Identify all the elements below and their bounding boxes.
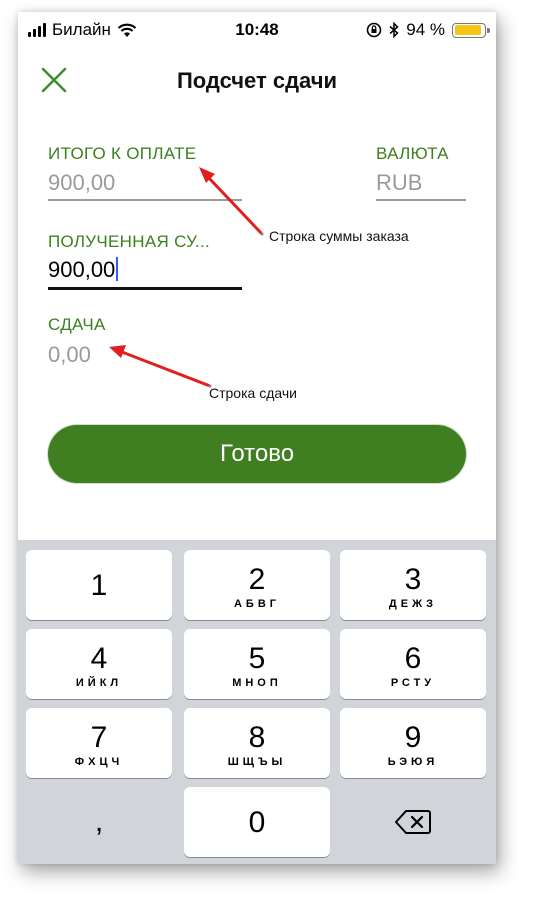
currency-label: ВАЛЮТА xyxy=(376,144,449,163)
received-underline xyxy=(48,287,242,290)
key-8-digit: 8 xyxy=(248,721,266,754)
key-1-digit: 1 xyxy=(90,569,108,602)
key-3[interactable]: 3 ДЕЖЗ xyxy=(340,550,486,620)
key-comma-label: , xyxy=(94,805,104,838)
key-5-digit: 5 xyxy=(248,642,266,675)
backspace-icon xyxy=(395,810,431,834)
received-value: 900,00 xyxy=(48,257,116,282)
key-5-letters: МНОП xyxy=(232,677,282,689)
key-7-letters: ФХЦЧ xyxy=(74,756,124,768)
key-1[interactable]: 1 xyxy=(26,550,172,620)
key-9[interactable]: 9 ЬЭЮЯ xyxy=(340,708,486,778)
key-8[interactable]: 8 ШЩЪЫ xyxy=(184,708,330,778)
key-4-digit: 4 xyxy=(90,642,108,675)
key-4-letters: ИЙКЛ xyxy=(75,677,123,689)
key-5[interactable]: 5 МНОП xyxy=(184,629,330,699)
key-2-letters: АБВГ xyxy=(233,598,281,610)
key-0-digit: 0 xyxy=(248,806,266,839)
key-comma[interactable]: , xyxy=(26,787,172,857)
text-cursor xyxy=(116,257,119,281)
battery-icon xyxy=(452,22,490,38)
annotation-order-sum: Строка суммы заказа xyxy=(269,228,409,244)
key-backspace[interactable] xyxy=(340,787,486,857)
page-title: Подсчет сдачи xyxy=(176,68,338,93)
key-2-digit: 2 xyxy=(248,563,266,596)
key-7-digit: 7 xyxy=(90,721,108,754)
key-9-digit: 9 xyxy=(404,721,422,754)
change-value: 0,00 xyxy=(48,342,91,367)
total-value: 900,00 xyxy=(48,170,116,195)
battery-percent: 94 % xyxy=(406,20,445,39)
key-6-letters: РСТУ xyxy=(390,677,436,689)
total-label: ИТОГО К ОПЛАТЕ xyxy=(48,144,197,163)
key-7[interactable]: 7 ФХЦЧ xyxy=(26,708,172,778)
key-2[interactable]: 2 АБВГ xyxy=(184,550,330,620)
key-9-letters: ЬЭЮЯ xyxy=(387,756,439,768)
key-6-digit: 6 xyxy=(404,642,422,675)
phone-screen: Билайн 10:48 94 % Подсчет сдачи ИТОГО К … xyxy=(18,12,496,864)
currency-value[interactable]: RUB xyxy=(376,170,422,196)
key-3-digit: 3 xyxy=(404,563,422,596)
key-8-letters: ШЩЪЫ xyxy=(227,756,287,768)
change-label: СДАЧА xyxy=(48,315,106,334)
done-button[interactable]: Готово xyxy=(48,425,466,483)
annotation-change: Строка сдачи xyxy=(209,385,297,401)
key-4[interactable]: 4 ИЙКЛ xyxy=(26,629,172,699)
status-right: 94 % xyxy=(366,20,490,40)
numeric-keyboard: 1 2 АБВГ 3 ДЕЖЗ 4 ИЙКЛ 5 МНОП 6 РСТУ 7 Ф… xyxy=(18,540,496,864)
rotation-lock-icon xyxy=(366,22,382,38)
key-0[interactable]: 0 xyxy=(184,787,330,857)
received-label: ПОЛУЧЕННАЯ СУ... xyxy=(48,232,210,251)
total-underline xyxy=(48,199,242,201)
arrow-change xyxy=(109,345,211,388)
key-6[interactable]: 6 РСТУ xyxy=(340,629,486,699)
currency-underline xyxy=(376,199,466,201)
key-3-letters: ДЕЖЗ xyxy=(388,598,438,610)
received-input[interactable]: 900,00 xyxy=(48,257,242,291)
bluetooth-icon xyxy=(389,22,399,38)
status-bar: Билайн 10:48 94 % xyxy=(18,12,496,48)
